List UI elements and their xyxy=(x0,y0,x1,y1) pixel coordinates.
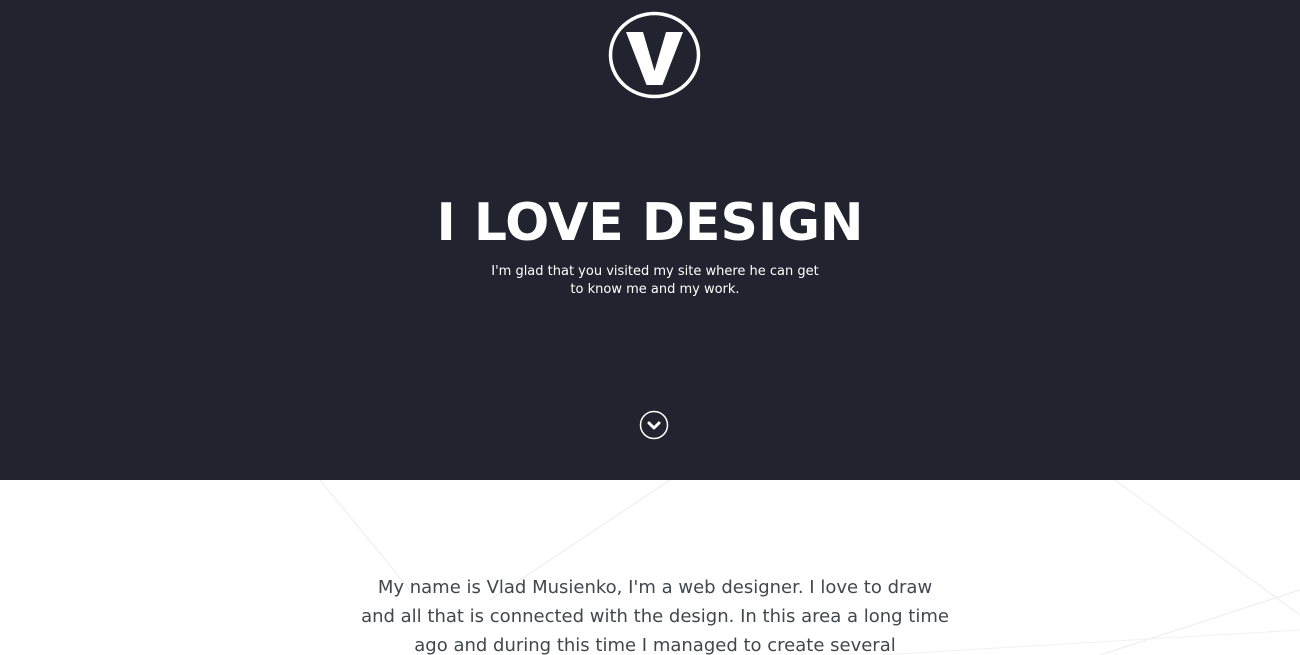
about-text: My name is Vlad Musienko, I'm a web desi… xyxy=(361,577,949,655)
hero-subtitle: I'm glad that you visited my site where … xyxy=(491,264,819,297)
site-logo[interactable] xyxy=(608,11,701,99)
scroll-down-button[interactable] xyxy=(639,410,669,440)
hero-title: I LOVE DESIGN xyxy=(436,193,864,253)
chevron-down-circle-icon xyxy=(639,410,669,440)
hero-section: I LOVE DESIGN I'm glad that you visited … xyxy=(0,0,1300,480)
v-logo-icon xyxy=(608,11,701,99)
about-section: My name is Vlad Musienko, I'm a web desi… xyxy=(0,480,1300,655)
